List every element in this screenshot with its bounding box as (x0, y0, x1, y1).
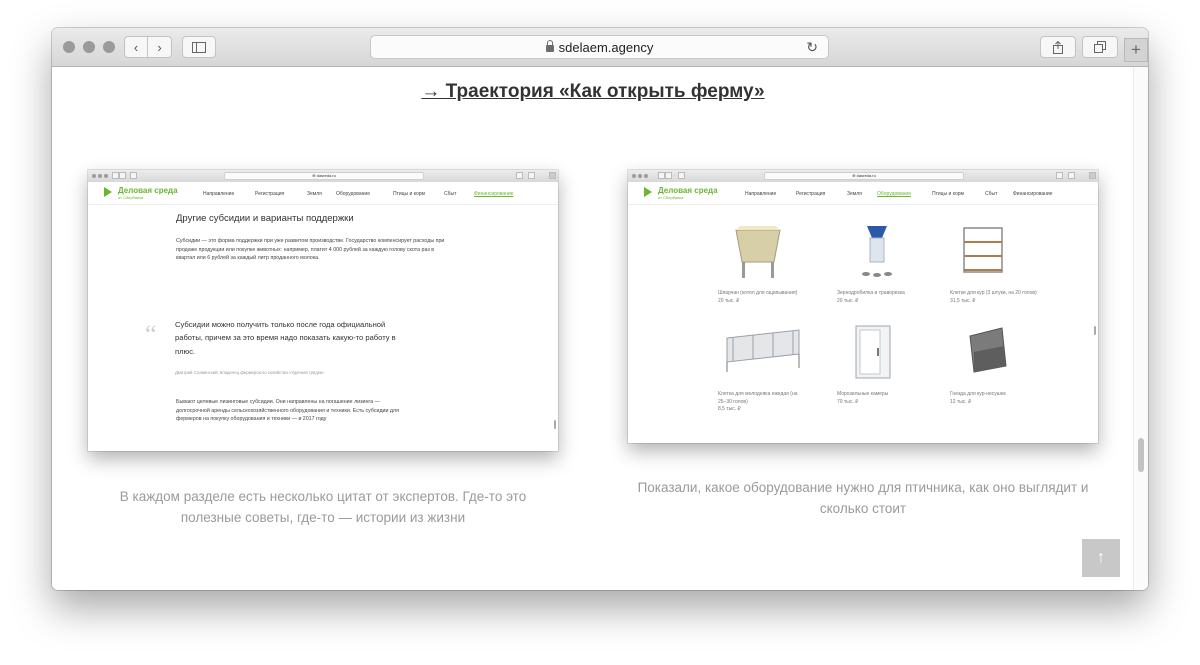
product-card: Клетка для молодняка ежедая (на 25–30 го… (718, 391, 806, 414)
nav-item: Сбыт (985, 191, 998, 197)
brand-logo-icon (104, 187, 112, 197)
page-content: → Траектория «Как открыть ферму» ⊕ dasre… (52, 67, 1148, 590)
scalder-image (735, 226, 781, 278)
quote-mark: “ (145, 320, 157, 349)
freezer-room-image (855, 325, 891, 379)
chevron-left-icon: ‹ (133, 39, 139, 55)
minimize-window-button[interactable] (83, 41, 95, 53)
zoom-window-button[interactable] (103, 41, 115, 53)
close-window-button[interactable] (63, 41, 75, 53)
product-card: Шпарчан (котел для ощипывания) 20 тыс. ₽ (718, 290, 806, 305)
product-name: Клетка для молодняка ежедая (на 25–30 го… (718, 391, 798, 405)
mini-scrollbar (1094, 326, 1096, 335)
scrollbar[interactable] (1133, 67, 1148, 590)
nav-item: Направление (203, 191, 235, 197)
section-title: Другие субсидии и варианты поддержки (176, 213, 354, 224)
product-price: 8,5 тыс. ₽ (718, 406, 741, 412)
product-card: Клетки для кур (3 штуки, на 20 голов) 31… (950, 290, 1046, 305)
plus-icon: + (1131, 40, 1141, 59)
history-nav: ‹ › (124, 36, 172, 58)
product-price: 12 тыс. ₽ (950, 398, 972, 405)
product-price: 31,5 тыс. ₽ (950, 297, 976, 304)
product-price: 20 тыс. ₽ (718, 297, 740, 304)
mini-scrollbar (554, 420, 556, 429)
brand-logo-icon (644, 187, 652, 197)
nav-item-active: Оборудование (877, 191, 912, 197)
brand: Деловая среда от Сбербанка (118, 186, 178, 200)
sidebar-button[interactable] (182, 36, 216, 58)
arrow-up-icon: ↑ (1097, 549, 1105, 566)
nav-item: Регистрация (796, 191, 826, 197)
product-name: Зернодробилка и траворезка (837, 290, 905, 296)
product-price: 70 тыс. ₽ (837, 398, 859, 405)
nav-item: Птицы и корм (932, 191, 964, 197)
subsidies-screenshot: ⊕ dasreda.ru Деловая среда от Сбербанка Н… (88, 170, 558, 451)
paragraph: Субсидии — это форма поддержки при уже р… (176, 238, 445, 262)
equipment-screenshot: ⊕ dasreda.ru Деловая среда от Сбербанка Н… (628, 170, 1098, 443)
caption-right: Показали, какое оборудование нужно для п… (637, 480, 1089, 516)
nav-item: Сбыт (444, 191, 457, 197)
nav-item: Направление (745, 191, 777, 197)
nav-item-active: Финансирование (474, 191, 514, 197)
scroll-to-top-button[interactable]: ↑ (1082, 539, 1120, 577)
site-nav: Деловая среда от Сбербанка Направление Ре… (628, 182, 1098, 205)
address-bar[interactable]: sdelaem.agency ↻ (370, 35, 829, 59)
page-title: → Траектория «Как открыть ферму» (52, 81, 1134, 103)
chevron-right-icon: › (157, 39, 162, 55)
young-birds-cage-image (726, 329, 800, 372)
product-card: Морозильные камеры 70 тыс. ₽ (837, 391, 925, 406)
lock-icon (545, 39, 554, 52)
product-name: Клетки для кур (3 штуки, на 20 голов) (950, 290, 1037, 296)
brand: Деловая среда от Сбербанка (658, 186, 718, 200)
nav-item: Оборудование (336, 191, 371, 197)
tabs-button[interactable] (1082, 36, 1118, 58)
caption-left: В каждом разделе есть несколько цитат от… (119, 489, 527, 525)
quote-author: Дмитрий Славинский, владелец фермерского… (175, 370, 325, 375)
tabs-icon (1094, 41, 1106, 53)
product-name: Шпарчан (котел для ощипывания) (718, 290, 798, 296)
share-button[interactable] (1040, 36, 1076, 58)
nav-item: Регистрация (255, 191, 285, 197)
browser-window: ‹ › sdelaem.agency ↻ → Траектория «Как о… (52, 28, 1148, 590)
share-icon (1053, 40, 1063, 54)
reload-icon[interactable]: ↻ (806, 39, 818, 56)
paragraph: Бывают целевые лизинговые субсидии. Они … (176, 399, 399, 423)
scrollbar-thumb[interactable] (1138, 438, 1144, 472)
nav-item: Земля (307, 191, 322, 197)
nav-item: Земля (847, 191, 862, 197)
trajectory-link[interactable]: → Траектория «Как открыть ферму» (421, 81, 764, 102)
site-nav: Деловая среда от Сбербанка Направление Ре… (88, 182, 558, 205)
sidebar-icon (192, 41, 206, 53)
product-name: Морозильные камеры (837, 391, 889, 397)
grain-crusher-image (862, 226, 892, 277)
product-card: Зернодробилка и траворезка 20 тыс. ₽ (837, 290, 925, 305)
new-tab-button[interactable]: + (1124, 38, 1148, 62)
mini-address: ⊕ dasreda.ru (224, 172, 424, 180)
nav-item: Финансирование (1013, 191, 1053, 197)
nav-item: Птицы и корм (393, 191, 425, 197)
product-card: Гнезда для кур-несушек 12 тыс. ₽ (950, 391, 1038, 406)
mini-address: ⊕ dasreda.ru (764, 172, 964, 180)
hen-cages-image (963, 227, 1003, 273)
forward-button[interactable]: › (148, 36, 172, 58)
product-price: 20 тыс. ₽ (837, 297, 859, 304)
address-text: sdelaem.agency (558, 39, 654, 55)
back-button[interactable]: ‹ (124, 36, 148, 58)
expert-quote: Субсидии можно получить только после год… (175, 320, 396, 356)
product-name: Гнезда для кур-несушек (950, 391, 1006, 397)
nests-image (969, 327, 1007, 373)
browser-toolbar: ‹ › sdelaem.agency ↻ (52, 28, 1148, 67)
